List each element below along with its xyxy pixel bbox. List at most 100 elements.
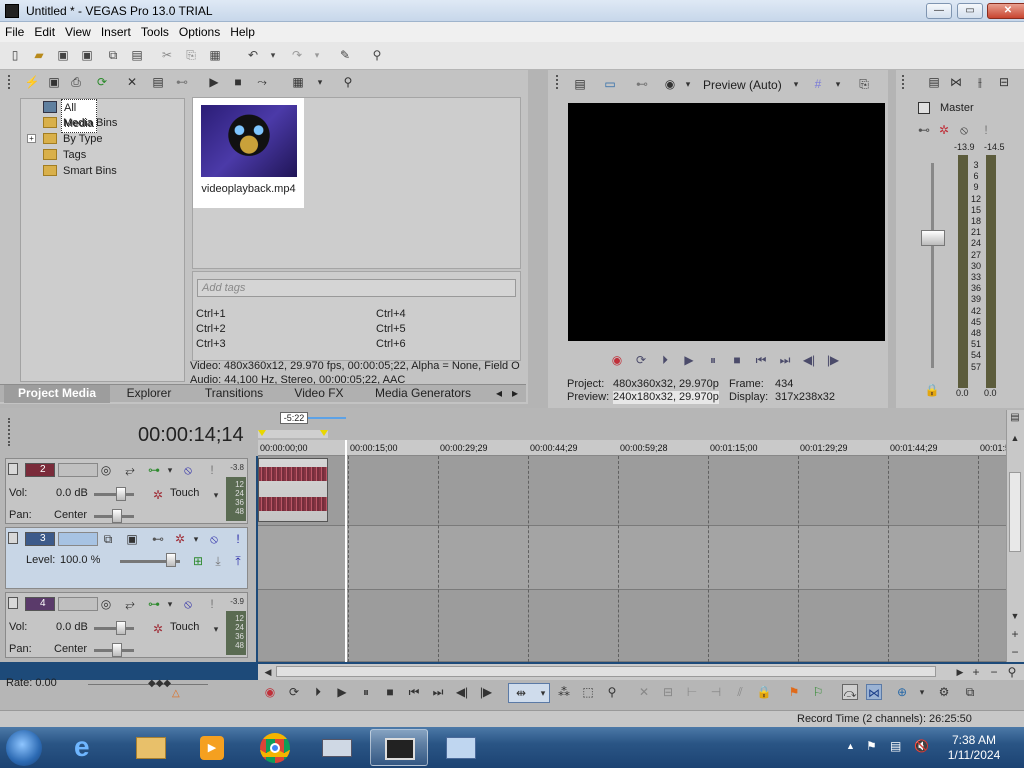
- solo-icon[interactable]: !: [230, 531, 246, 547]
- copy-snapshot-icon[interactable]: ⎘: [856, 76, 872, 92]
- timeline-track-area[interactable]: [258, 456, 1006, 662]
- track-fx-chain-icon[interactable]: ⊶: [146, 596, 162, 612]
- pause-icon[interactable]: ⏸: [704, 351, 722, 369]
- whats-this-help-icon[interactable]: ⚲: [368, 47, 386, 65]
- preview-quality-dropdown-icon[interactable]: ▾: [788, 76, 804, 92]
- undo-icon[interactable]: ↶: [244, 47, 262, 65]
- tree-item-tags[interactable]: Tags: [21, 147, 181, 163]
- scroll-left-icon[interactable]: ◀: [260, 664, 276, 680]
- scroll-up-icon[interactable]: ▲: [1007, 430, 1023, 446]
- delete-icon[interactable]: ✕: [636, 684, 652, 700]
- loop-region-track[interactable]: [258, 430, 328, 438]
- record-icon[interactable]: ◉: [262, 684, 278, 700]
- open-folder-icon[interactable]: ▰: [30, 47, 48, 65]
- overlays-dropdown-icon[interactable]: ▾: [830, 76, 846, 92]
- cut-icon[interactable]: ✂: [158, 47, 176, 65]
- go-to-start-icon[interactable]: ⏮: [752, 351, 770, 369]
- split-screen-icon[interactable]: ◉: [662, 76, 678, 92]
- solo-icon[interactable]: !: [204, 462, 220, 478]
- go-to-end-icon[interactable]: ⏭: [430, 684, 446, 700]
- loop-start-marker-icon[interactable]: [258, 430, 266, 436]
- track-minimize-icon[interactable]: [8, 597, 18, 609]
- maximize-button[interactable]: ▭: [957, 3, 983, 19]
- downmix-icon[interactable]: ⋈: [948, 74, 964, 90]
- taskbar-control-panel[interactable]: [432, 729, 490, 766]
- pan-slider-knob[interactable]: [112, 509, 122, 523]
- shortcut-ctrl-2[interactable]: Ctrl+2: [196, 323, 226, 335]
- taskbar-chrome[interactable]: [246, 729, 304, 766]
- media-fx-icon[interactable]: ⊷: [174, 74, 190, 90]
- preview-quality-select[interactable]: Preview (Auto): [703, 78, 782, 92]
- add-tags-input[interactable]: Add tags: [197, 279, 516, 297]
- track-lane[interactable]: [258, 526, 1006, 590]
- stop-preview-icon[interactable]: ■: [230, 74, 246, 90]
- tab-scroll-left-icon[interactable]: ◂: [492, 385, 506, 403]
- mute-icon[interactable]: ⦸: [180, 596, 196, 612]
- automation-dropdown-icon[interactable]: ▾: [188, 531, 204, 547]
- redo-dropdown-icon[interactable]: ▾: [308, 47, 326, 65]
- make-compositing-parent-icon[interactable]: ⤒: [230, 553, 246, 569]
- lock-envelopes-icon[interactable]: ⚙: [936, 684, 952, 700]
- track-fx-icon[interactable]: ⥂: [122, 462, 138, 478]
- menu-insert[interactable]: Insert: [96, 22, 136, 42]
- play-icon[interactable]: ▶: [334, 684, 350, 700]
- enable-snapping-icon[interactable]: ✎: [336, 47, 354, 65]
- play-from-start-icon[interactable]: ⏵: [310, 684, 326, 700]
- render-icon[interactable]: ⧉: [104, 47, 122, 65]
- network-icon[interactable]: ▤: [890, 739, 901, 753]
- master-solo-icon[interactable]: !: [978, 122, 994, 138]
- master-mute-icon[interactable]: ⦸: [956, 122, 972, 138]
- scroll-down-icon[interactable]: ▼: [1007, 608, 1023, 624]
- scroll-thumb[interactable]: [276, 666, 936, 677]
- save-as-icon[interactable]: ▣: [78, 47, 96, 65]
- shortcut-ctrl-5[interactable]: Ctrl+5: [376, 323, 406, 335]
- ignore-event-grouping-icon[interactable]: ⧉: [962, 684, 978, 700]
- insert-marker-icon[interactable]: ⚑: [786, 684, 802, 700]
- zoom-in-horizontal-icon[interactable]: +: [968, 664, 984, 680]
- pan-slider-knob[interactable]: [112, 643, 122, 657]
- track-name-field[interactable]: [58, 532, 98, 546]
- track-name-field[interactable]: [58, 597, 98, 611]
- automation-icon[interactable]: ✲: [150, 487, 166, 503]
- close-button[interactable]: ✕: [987, 3, 1024, 19]
- menu-tools[interactable]: Tools: [136, 22, 174, 42]
- properties-icon[interactable]: ▤: [128, 47, 146, 65]
- import-media-icon[interactable]: ⚡: [24, 74, 40, 90]
- automation-icon[interactable]: ✲: [150, 621, 166, 637]
- start-button-icon[interactable]: [6, 730, 42, 766]
- audio-event-clip[interactable]: [258, 458, 328, 522]
- insert-region-icon[interactable]: ⚐: [810, 684, 826, 700]
- track-motion-icon[interactable]: ⧉: [100, 531, 116, 547]
- menu-edit[interactable]: Edit: [29, 22, 60, 42]
- scroll-right-icon[interactable]: ▶: [952, 664, 968, 680]
- system-clock[interactable]: 7:38 AM 1/11/2024: [934, 733, 1014, 763]
- tree-item-by-type[interactable]: + By Type: [21, 131, 181, 147]
- envelope-tool-icon[interactable]: ⁂: [556, 684, 572, 700]
- mute-icon[interactable]: ⦸: [206, 531, 222, 547]
- trim-end-icon[interactable]: ⊣: [708, 684, 724, 700]
- stop-icon[interactable]: ■: [728, 351, 746, 369]
- minimize-button[interactable]: —: [926, 3, 952, 19]
- volume-slider-knob[interactable]: [116, 487, 126, 501]
- snapping-icon[interactable]: ⊕: [894, 684, 910, 700]
- automation-dropdown-icon[interactable]: ▾: [208, 487, 224, 503]
- track-name-field[interactable]: [58, 463, 98, 477]
- search-icon[interactable]: ⚲: [340, 74, 356, 90]
- snapping-dropdown-icon[interactable]: ▾: [914, 684, 930, 700]
- panel-grip[interactable]: [8, 75, 12, 89]
- play-from-start-icon[interactable]: ⏵: [656, 351, 674, 369]
- marker-bar-icon[interactable]: ▤: [1007, 410, 1023, 426]
- taskbar-vegas-pro[interactable]: [370, 729, 428, 766]
- master-fx-icon[interactable]: ⊷: [916, 122, 932, 138]
- views-dropdown-icon[interactable]: ▾: [312, 74, 328, 90]
- zoom-in-vertical-icon[interactable]: +: [1007, 626, 1023, 642]
- loop-region-bar[interactable]: [308, 417, 346, 419]
- composite-mode-icon[interactable]: ⊞: [190, 553, 206, 569]
- solo-icon[interactable]: !: [204, 596, 220, 612]
- lock-event-icon[interactable]: 🔒: [756, 684, 772, 700]
- loop-playback-icon[interactable]: ⟳: [632, 351, 650, 369]
- trim-start-icon[interactable]: ⊢: [684, 684, 700, 700]
- rate-slider-knob-icon[interactable]: ◆◆◆: [148, 678, 171, 689]
- audio-track-header[interactable]: 4 ◎ ⥂ ⊶ ▾ ⦸ ! -3.9 12 24 36 48 Vol: 0.0 …: [5, 592, 248, 658]
- shortcut-ctrl-1[interactable]: Ctrl+1: [196, 308, 226, 320]
